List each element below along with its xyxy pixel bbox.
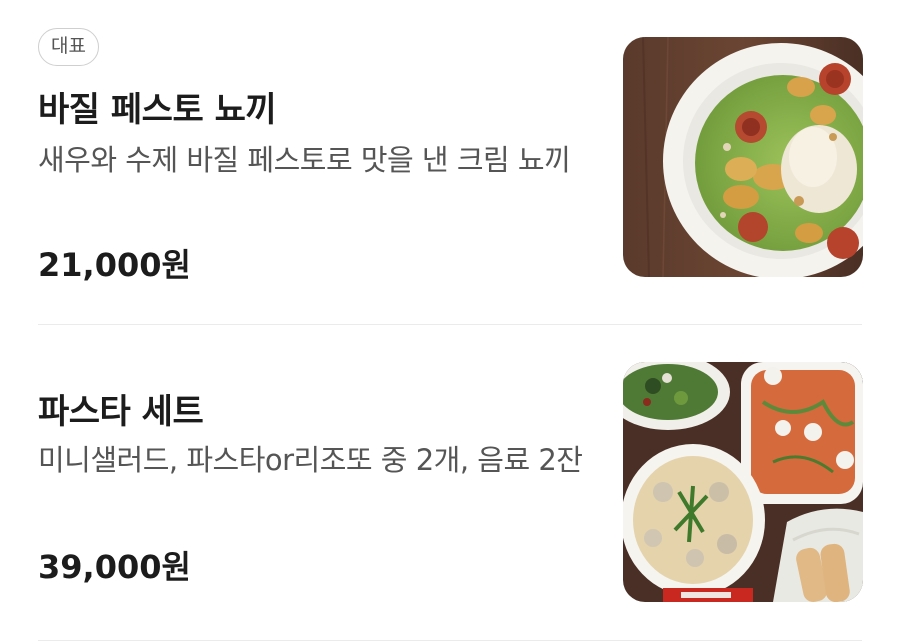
- menu-item-price: 39,000원: [38, 548, 191, 586]
- item-divider: [38, 640, 862, 641]
- menu-item-basil-pesto-gnocchi[interactable]: 대표 바질 페스토 뇨끼 새우와 수제 바질 페스토로 맛을 낸 크림 뇨끼 2…: [38, 0, 863, 324]
- menu-item-price: 21,000원: [38, 246, 191, 284]
- menu-item-name: 바질 페스토 뇨끼: [38, 90, 277, 130]
- pesto-gnocchi-photo[interactable]: [623, 37, 863, 277]
- menu-item-description: 새우와 수제 바질 페스토로 맛을 낸 크림 뇨끼: [38, 143, 571, 177]
- menu-item-description: 미니샐러드, 파스타or리조또 중 2개, 음료 2잔: [38, 443, 583, 477]
- menu-item-name: 파스타 세트: [38, 392, 204, 432]
- menu-item-pasta-set[interactable]: 파스타 세트 미니샐러드, 파스타or리조또 중 2개, 음료 2잔 39,00…: [38, 324, 863, 640]
- pasta-set-photo[interactable]: [623, 362, 863, 602]
- menu-list: 대표 바질 페스토 뇨끼 새우와 수제 바질 페스토로 맛을 낸 크림 뇨끼 2…: [0, 0, 900, 642]
- signature-badge: 대표: [38, 28, 99, 66]
